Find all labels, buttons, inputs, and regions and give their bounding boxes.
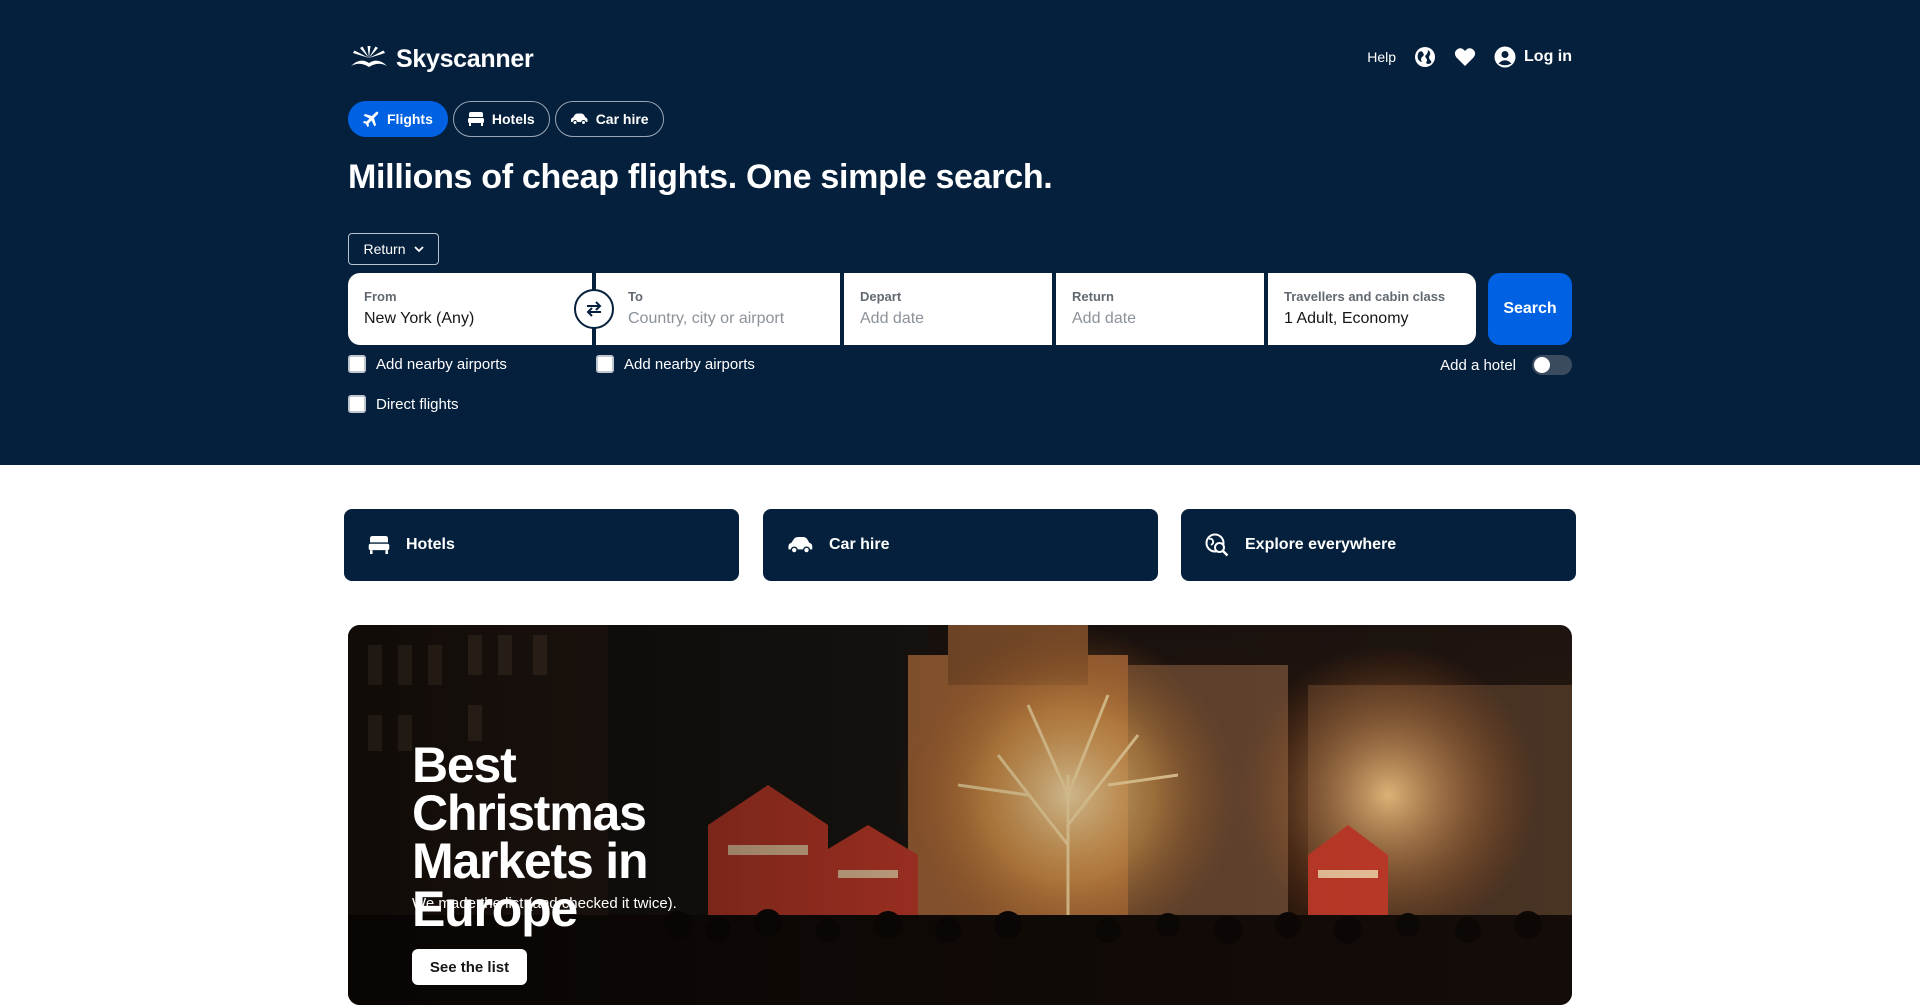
car-icon bbox=[788, 537, 813, 554]
depart-placeholder: Add date bbox=[860, 310, 925, 327]
to-label: To bbox=[628, 289, 643, 304]
travellers-field[interactable]: Travellers and cabin class 1 Adult, Econ… bbox=[1268, 273, 1476, 345]
help-link[interactable]: Help bbox=[1367, 49, 1396, 65]
see-the-list-button[interactable]: See the list bbox=[412, 949, 527, 985]
add-hotel-option: Add a hotel bbox=[1440, 355, 1572, 375]
direct-flights-checkbox[interactable]: Direct flights bbox=[348, 395, 459, 413]
nearby-from-label: Add nearby airports bbox=[376, 355, 507, 373]
chevron-down-icon bbox=[413, 245, 424, 252]
plane-icon bbox=[363, 111, 379, 127]
hero-section: Skyscanner Help Log in Flights Hotels Ca… bbox=[0, 0, 1920, 465]
promo-subtitle: We made the list (and checked it twice). bbox=[412, 895, 677, 912]
trip-type-value: Return bbox=[363, 241, 406, 257]
tab-hotels[interactable]: Hotels bbox=[452, 101, 550, 137]
bed-icon bbox=[368, 536, 390, 554]
travellers-label: Travellers and cabin class bbox=[1284, 289, 1446, 304]
quick-link-hotels[interactable]: Hotels bbox=[344, 509, 739, 581]
sunburst-logo-icon bbox=[351, 46, 387, 67]
tab-label: Car hire bbox=[595, 111, 649, 127]
tab-label: Hotels bbox=[491, 111, 535, 127]
return-label: Return bbox=[1072, 289, 1114, 304]
user-icon bbox=[1494, 46, 1516, 68]
quick-link-car-hire[interactable]: Car hire bbox=[763, 509, 1158, 581]
nearby-to-checkbox[interactable]: Add nearby airports bbox=[596, 355, 755, 373]
to-placeholder: Country, city or airport bbox=[628, 310, 785, 327]
depart-label: Depart bbox=[860, 289, 902, 304]
travellers-value: 1 Adult, Economy bbox=[1284, 310, 1409, 327]
login-label: Log in bbox=[1524, 48, 1572, 65]
christmas-markets-promo[interactable]: Best Christmas Markets in Europe We made… bbox=[348, 625, 1572, 1005]
toggle-knob bbox=[1534, 357, 1550, 373]
nearby-from-checkbox[interactable]: Add nearby airports bbox=[348, 355, 507, 373]
to-field[interactable]: To Country, city or airport bbox=[596, 273, 840, 345]
login-button[interactable]: Log in bbox=[1494, 46, 1572, 68]
from-label: From bbox=[364, 289, 397, 304]
swap-arrows-icon bbox=[586, 301, 602, 317]
tab-flights[interactable]: Flights bbox=[348, 101, 448, 137]
search-button[interactable]: Search bbox=[1488, 273, 1572, 345]
direct-flights-label: Direct flights bbox=[376, 395, 459, 413]
heart-icon[interactable] bbox=[1454, 46, 1476, 68]
car-icon bbox=[570, 113, 588, 125]
tab-car-hire[interactable]: Car hire bbox=[554, 101, 664, 137]
bed-icon bbox=[467, 112, 484, 126]
globe-search-icon bbox=[1205, 533, 1229, 557]
swap-button[interactable] bbox=[574, 289, 614, 329]
header-actions: Help Log in bbox=[1367, 46, 1572, 68]
return-field[interactable]: Return Add date bbox=[1056, 273, 1264, 345]
quick-link-explore-everywhere[interactable]: Explore everywhere bbox=[1181, 509, 1576, 581]
brand-name: Skyscanner bbox=[396, 44, 534, 73]
quick-link-label: Explore everywhere bbox=[1245, 536, 1397, 553]
return-placeholder: Add date bbox=[1072, 310, 1137, 327]
product-tabs: Flights Hotels Car hire bbox=[348, 101, 664, 137]
add-hotel-toggle[interactable] bbox=[1532, 355, 1572, 375]
quick-link-label: Car hire bbox=[829, 536, 890, 553]
from-field[interactable]: From New York (Any) bbox=[348, 273, 592, 345]
checkbox-box[interactable] bbox=[596, 355, 614, 373]
tab-label: Flights bbox=[387, 111, 433, 127]
nearby-to-label: Add nearby airports bbox=[624, 355, 755, 373]
quick-link-label: Hotels bbox=[406, 536, 455, 553]
from-value: New York (Any) bbox=[364, 310, 475, 327]
page-headline: Millions of cheap flights. One simple se… bbox=[348, 158, 1053, 196]
add-hotel-label: Add a hotel bbox=[1440, 356, 1516, 374]
checkbox-box[interactable] bbox=[348, 395, 366, 413]
checkbox-box[interactable] bbox=[348, 355, 366, 373]
trip-type-select[interactable]: Return bbox=[348, 233, 439, 265]
globe-icon[interactable] bbox=[1414, 46, 1436, 68]
skyscanner-logo[interactable]: Skyscanner bbox=[348, 44, 534, 74]
depart-field[interactable]: Depart Add date bbox=[844, 273, 1052, 345]
